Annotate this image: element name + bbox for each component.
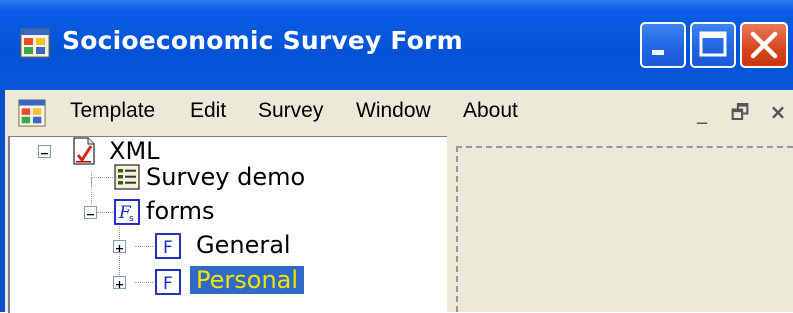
tree-node-xml[interactable]: XML [109,137,160,165]
tree-line [91,177,113,178]
menu-template[interactable]: Template [70,99,155,123]
expand-icon [116,281,123,288]
form-F-icon: F [155,233,181,259]
title-bar[interactable]: Socioeconomic Survey Form [0,0,793,90]
tree-node-forms[interactable]: forms [146,197,214,225]
tree-expander-personal[interactable] [113,276,126,289]
menu-survey[interactable]: Survey [258,99,323,123]
minimize-button[interactable] [640,22,686,68]
mdi-minimize-button[interactable]: _ [688,98,716,126]
app-form-icon [20,28,50,58]
form-F-letter: F [163,238,173,258]
survey-list-icon [114,164,140,190]
tree-expander-xml[interactable] [38,145,51,158]
form-F-icon: F [155,269,181,295]
maximize-button[interactable] [690,22,736,68]
menu-edit[interactable]: Edit [190,99,226,123]
forms-folder-icon: F s [114,199,140,225]
tree-expander-general[interactable] [113,240,126,253]
tree-node-general[interactable]: General [196,231,291,259]
window-left-border [0,90,5,312]
mdi-restore-button[interactable]: 🗗 [726,98,754,126]
tree-view[interactable]: XML Survey demo F s forms F General F Pe… [8,136,447,313]
svg-text:s: s [129,214,134,224]
mdi-child-form-icon[interactable] [18,99,46,127]
form-F-letter: F [163,274,173,294]
tree-node-survey-demo[interactable]: Survey demo [146,163,305,191]
collapse-icon [41,153,48,155]
minimize-icon [652,50,664,55]
close-button[interactable] [740,22,788,68]
xml-document-icon [73,137,95,165]
client-area: XML Survey demo F s forms F General F Pe… [0,136,793,313]
mdi-close-button[interactable]: × [764,98,792,126]
collapse-icon [87,214,94,216]
close-icon [750,31,778,59]
menu-window[interactable]: Window [356,99,431,123]
tree-line [97,212,113,213]
expand-icon [116,245,123,252]
tree-node-personal[interactable]: Personal [190,266,305,294]
tree-expander-forms[interactable] [84,206,97,219]
tree-line [135,282,153,283]
menu-about[interactable]: About [463,99,518,123]
window-title: Socioeconomic Survey Form [62,26,463,55]
tree-line [135,246,153,247]
menu-bar: Template Edit Survey Window About _ 🗗 × [0,90,793,137]
maximize-icon [699,31,727,57]
form-design-area[interactable] [456,146,793,312]
